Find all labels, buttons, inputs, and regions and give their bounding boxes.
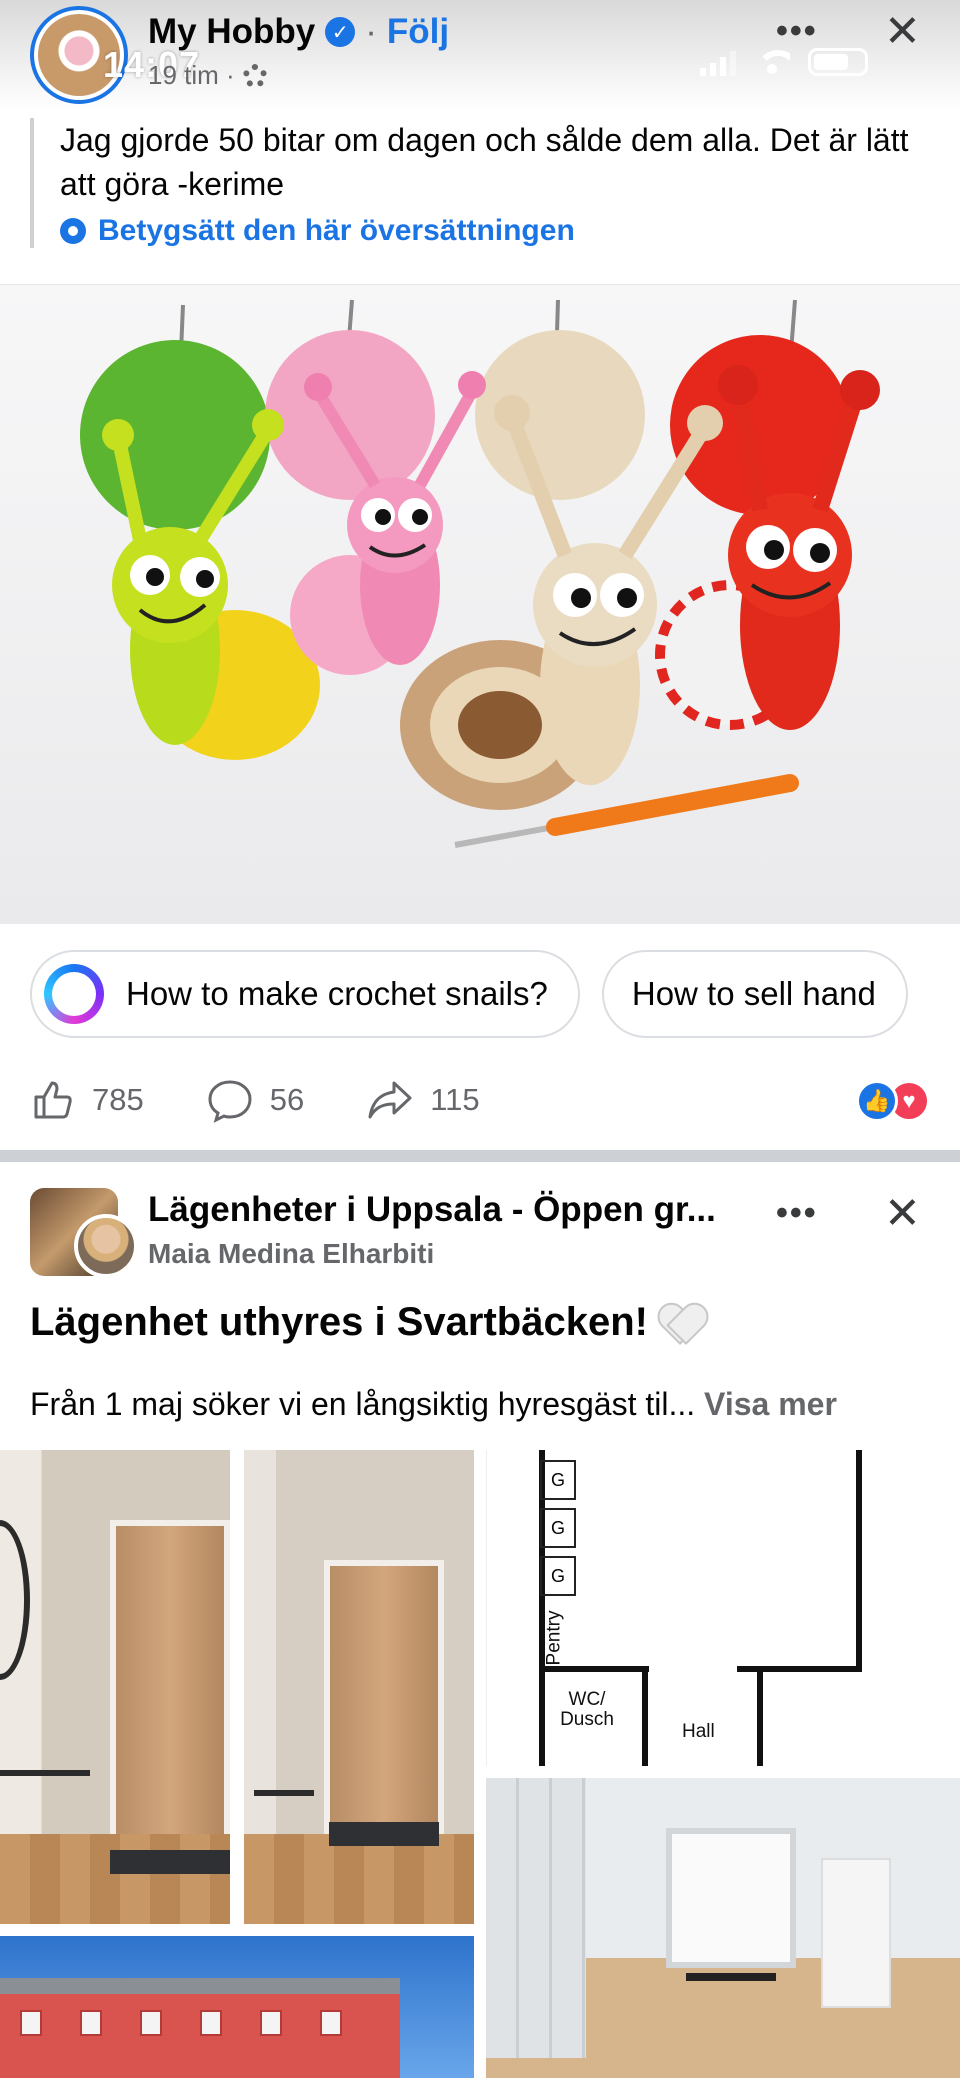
share-count: 115 bbox=[430, 1082, 480, 1117]
close-icon[interactable]: ✕ bbox=[884, 1188, 921, 1239]
gear-icon bbox=[60, 218, 86, 244]
author-avatar[interactable] bbox=[74, 1214, 138, 1278]
cellular-signal-icon bbox=[700, 50, 736, 76]
floorplan-wc-label: WC/ Dusch bbox=[560, 1689, 614, 1730]
post-header: My Hobby ✓ · Följ 14:07 19 tim · ••• ✕ bbox=[0, 0, 960, 110]
window bbox=[666, 1828, 796, 1968]
floorplan-g-label: G bbox=[540, 1556, 576, 1596]
photo-building[interactable] bbox=[0, 1936, 474, 2078]
post-author[interactable]: Maia Medina Elharbiti bbox=[148, 1238, 434, 1270]
white-heart-icon bbox=[658, 1303, 704, 1343]
post-actions: 785 56 115 👍 ♥ bbox=[30, 1070, 930, 1130]
battery-icon bbox=[808, 48, 868, 76]
separator: · bbox=[365, 12, 377, 51]
post-text: Jag gjorde 50 bitar om dagen och sålde d… bbox=[60, 122, 909, 202]
follow-button[interactable]: Följ bbox=[387, 12, 449, 52]
translated-post-text: Jag gjorde 50 bitar om dagen och sålde d… bbox=[30, 118, 930, 248]
floorplan-g-label: G bbox=[540, 1508, 576, 1548]
verified-badge-icon: ✓ bbox=[325, 17, 356, 47]
ask-chip-label: How to sell hand bbox=[631, 975, 876, 1012]
comment-count: 56 bbox=[269, 1082, 305, 1117]
wood-floor bbox=[244, 1834, 474, 1924]
ask-chip-crochet-snails[interactable]: How to make crochet snails? bbox=[30, 950, 580, 1038]
post-snippet-text: Från 1 maj söker vi en långsiktig hyresg… bbox=[30, 1386, 696, 1422]
post-snippet: Från 1 maj söker vi en långsiktig hyresg… bbox=[30, 1386, 837, 1423]
photo-hallway-mirror[interactable] bbox=[0, 1450, 230, 1924]
floorplan-hall-label: Hall bbox=[682, 1721, 715, 1742]
mirror bbox=[0, 1520, 30, 1680]
doormat bbox=[329, 1822, 439, 1846]
wifi-icon bbox=[754, 48, 790, 76]
like-icon bbox=[34, 1081, 72, 1119]
feed-divider bbox=[0, 1150, 960, 1162]
wood-floor bbox=[0, 1834, 230, 1924]
door bbox=[110, 1520, 230, 1850]
floorplan-pentry-label: Pentry bbox=[543, 1610, 565, 1666]
floorplan-g-label: G bbox=[540, 1460, 576, 1500]
post-title: Lägenhet uthyres i Svartbäcken! bbox=[30, 1300, 704, 1345]
comment-icon bbox=[208, 1080, 252, 1123]
post-meta: 19 tim · bbox=[148, 60, 267, 91]
building-facade bbox=[0, 1994, 400, 2078]
shoe-rack bbox=[0, 1770, 90, 1840]
see-more-link[interactable]: Visa mer bbox=[704, 1386, 837, 1422]
close-icon[interactable]: ✕ bbox=[884, 6, 921, 57]
ask-ai-suggestions: How to make crochet snails? How to sell … bbox=[30, 950, 908, 1038]
post-title-text: Lägenhet uthyres i Svartbäcken! bbox=[30, 1300, 648, 1344]
shelf-unit bbox=[821, 1858, 891, 2008]
ask-chip-label: How to make crochet snails? bbox=[126, 975, 548, 1012]
photo-dining-room[interactable] bbox=[486, 1778, 960, 2078]
post-image-crochet-snails[interactable] bbox=[0, 284, 960, 924]
group-name[interactable]: Lägenheter i Uppsala - Öppen gr... bbox=[148, 1190, 716, 1230]
photo-hallway-door[interactable] bbox=[244, 1450, 474, 1924]
crochet-snails-illustration bbox=[80, 299, 880, 848]
like-button[interactable]: 785 bbox=[30, 1077, 144, 1123]
meta-ai-icon bbox=[44, 964, 104, 1024]
photo-floorplan[interactable]: G G G Pentry WC/ Dusch Hall bbox=[486, 1450, 960, 1766]
more-options-icon[interactable]: ••• bbox=[776, 1194, 818, 1233]
post-time[interactable]: 19 tim · bbox=[148, 60, 235, 91]
door bbox=[324, 1560, 444, 1860]
like-count: 785 bbox=[92, 1082, 144, 1117]
reaction-summary[interactable]: 👍 ♥ bbox=[856, 1080, 930, 1122]
doormat bbox=[110, 1850, 230, 1874]
rate-translation-link[interactable]: Betygsätt den här översättningen bbox=[60, 214, 930, 248]
dining-table bbox=[686, 1973, 776, 1981]
more-options-icon[interactable]: ••• bbox=[776, 12, 818, 51]
like-reaction-icon: 👍 bbox=[856, 1080, 898, 1122]
rate-translation-label: Betygsätt den här översättningen bbox=[98, 214, 575, 247]
ask-chip-sell-handmade[interactable]: How to sell hand bbox=[601, 950, 908, 1038]
audience-gear-icon bbox=[242, 63, 267, 88]
status-bar-icons bbox=[700, 48, 868, 76]
wardrobe bbox=[486, 1778, 586, 2058]
comment-button[interactable]: 56 bbox=[206, 1077, 304, 1123]
share-button[interactable]: 115 bbox=[366, 1077, 480, 1123]
share-icon bbox=[368, 1081, 412, 1119]
